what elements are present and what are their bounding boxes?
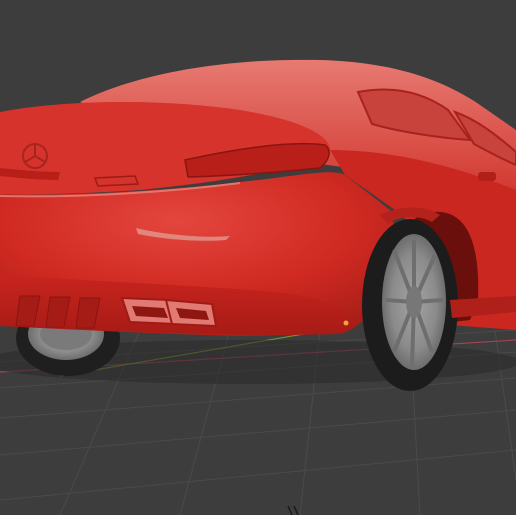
- object-origin-icon: [343, 320, 349, 326]
- 3d-cursor-icon: [287, 505, 299, 515]
- exhaust-tips: [120, 296, 218, 328]
- viewport-canvas[interactable]: [0, 0, 516, 515]
- door-handle: [478, 172, 496, 181]
- rear-diffuser: [15, 295, 101, 329]
- rear-wheel-right: [362, 219, 458, 391]
- 3d-viewport[interactable]: [0, 0, 516, 515]
